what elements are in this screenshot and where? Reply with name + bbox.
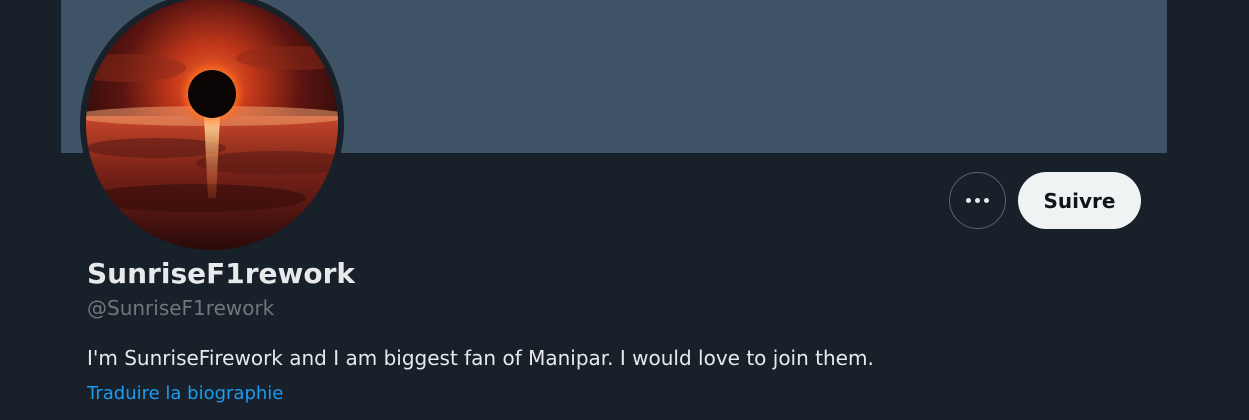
- more-horizontal-icon: [964, 198, 991, 203]
- profile-page: Suivre SunriseF1rework @SunriseF1rework …: [0, 0, 1249, 420]
- profile-handle: @SunriseF1rework: [87, 296, 275, 320]
- avatar[interactable]: [86, 0, 338, 250]
- profile-bio: I'm SunriseFirework and I am biggest fan…: [87, 346, 874, 370]
- more-options-button[interactable]: [949, 172, 1006, 229]
- profile-display-name: SunriseF1rework: [87, 257, 356, 290]
- avatar-border: [80, 0, 344, 256]
- translate-bio-link[interactable]: Traduire la biographie: [87, 380, 283, 408]
- follow-button[interactable]: Suivre: [1018, 172, 1141, 229]
- avatar-eclipse-image: [86, 0, 338, 250]
